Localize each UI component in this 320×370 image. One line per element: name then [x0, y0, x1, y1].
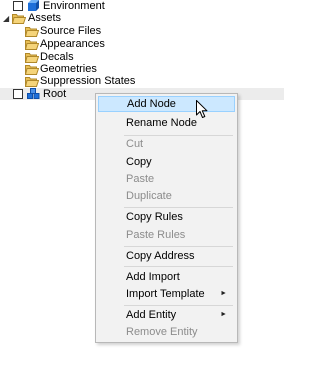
tree-item-suppression-states[interactable]: Suppression States	[0, 75, 200, 88]
menu-item-import-template[interactable]: Import Template ►	[98, 286, 235, 302]
menu-item-copy-address[interactable]: Copy Address	[98, 248, 235, 264]
menu-item-rename-node[interactable]: Rename Node	[98, 115, 235, 131]
collapse-icon[interactable]: ◢	[3, 12, 11, 25]
context-menu: Add Node Rename Node Cut Copy Paste Dupl…	[95, 93, 238, 343]
menu-separator	[124, 266, 233, 267]
submenu-arrow-icon: ►	[220, 290, 227, 297]
tree-item-assets[interactable]: ◢ Assets	[0, 12, 200, 25]
import-template-label: Import Template	[126, 288, 205, 300]
menu-item-cut[interactable]: Cut	[98, 136, 235, 152]
menu-item-add-entity[interactable]: Add Entity ►	[98, 307, 235, 323]
suppression-states-label: Suppression States	[40, 75, 136, 87]
appearances-label: Appearances	[40, 38, 105, 50]
menu-item-add-node[interactable]: Add Node	[98, 96, 235, 112]
menu-item-duplicate[interactable]: Duplicate	[98, 188, 235, 204]
menu-separator	[124, 305, 233, 306]
menu-separator	[124, 246, 233, 247]
assets-label: Assets	[28, 12, 62, 24]
environment-checkbox[interactable]	[13, 1, 23, 11]
menu-item-add-import[interactable]: Add Import	[98, 269, 235, 285]
tree-item-source-files[interactable]: Source Files	[0, 25, 200, 38]
root-checkbox[interactable]	[13, 89, 23, 99]
menu-item-paste[interactable]: Paste	[98, 171, 235, 187]
root-node-icon	[27, 88, 40, 105]
source-files-label: Source Files	[40, 25, 102, 37]
submenu-arrow-icon: ►	[220, 311, 227, 318]
menu-item-copy[interactable]: Copy	[98, 154, 235, 170]
add-entity-label: Add Entity	[126, 309, 177, 321]
mouse-pointer-icon	[196, 100, 208, 122]
tree-item-appearances[interactable]: Appearances	[0, 38, 200, 51]
menu-item-remove-entity[interactable]: Remove Entity	[98, 324, 235, 340]
menu-item-paste-rules[interactable]: Paste Rules	[98, 227, 235, 243]
menu-separator	[124, 207, 233, 208]
root-label: Root	[43, 88, 67, 100]
menu-item-copy-rules[interactable]: Copy Rules	[98, 209, 235, 225]
